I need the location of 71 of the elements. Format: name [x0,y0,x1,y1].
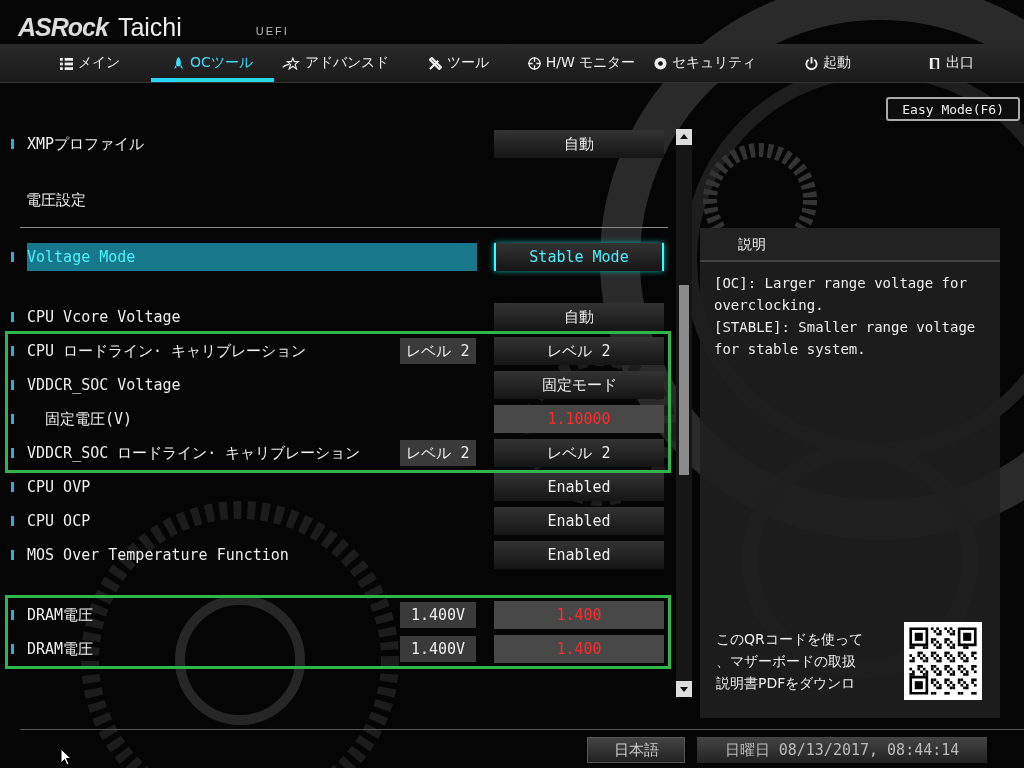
option-button[interactable]: レベル 2 [494,439,664,467]
setting-label[interactable]: CPU OVP [27,473,91,501]
setting-label[interactable]: XMPプロファイル [27,130,145,158]
item-marker-icon [11,482,14,492]
scrollbar[interactable] [676,129,692,697]
current-value: 1.400V [400,636,476,662]
nav-tab[interactable]: ツール [397,44,520,82]
item-marker-icon [11,414,14,424]
setting-label[interactable]: 固定電圧(V) [27,405,133,433]
power-icon [804,56,818,70]
setting-label[interactable]: VDDCR_SOC ロードライン· キャリブレーション [27,439,361,467]
rocket-icon [172,56,186,70]
nav-tab[interactable]: OCツール [151,44,274,82]
nav-tab[interactable]: H/W モニター [520,44,643,82]
brand-logo: ASRock [18,12,108,43]
date-time: 日曜日 08/13/2017, 08:44:14 [697,737,987,763]
setting-label[interactable]: DRAM電圧 [27,601,94,629]
option-button[interactable]: 固定モード [494,371,664,399]
scroll-down-icon[interactable] [676,681,692,697]
firmware-label: UEFI [255,24,289,39]
option-button[interactable]: Enabled [494,541,664,569]
badge-icon [653,56,667,70]
easy-mode-button[interactable]: Easy Mode(F6) [886,97,1020,121]
option-button[interactable]: レベル 2 [494,337,664,365]
scroll-thumb[interactable] [679,285,689,475]
option-button[interactable]: 自動 [494,130,664,158]
language-button[interactable]: 日本語 [587,737,685,763]
item-marker-icon [11,252,14,262]
option-button[interactable]: Enabled [494,507,664,535]
setting-label[interactable]: VDDCR_SOC Voltage [27,371,181,399]
qr-code-icon [904,622,982,700]
option-button[interactable]: Enabled [494,473,664,501]
crosshair-icon [527,56,541,70]
nav-tab[interactable]: 起動 [766,44,889,82]
current-value: レベル 2 [400,440,476,466]
item-marker-icon [11,516,14,526]
item-marker-icon [11,380,14,390]
model-name: Taichi [117,12,182,43]
setting-label[interactable]: MOS Over Temperature Function [27,541,289,569]
item-marker-icon [11,312,14,322]
item-marker-icon [11,139,14,149]
current-value: 1.400V [400,602,476,628]
current-value: レベル 2 [400,338,476,364]
nav-tab[interactable]: アドバンスド [274,44,397,82]
setting-label[interactable]: CPU OCP [27,507,91,535]
option-button[interactable]: Stable Mode [494,243,664,271]
item-marker-icon [11,448,14,458]
description-text: [OC]: Larger range voltage for overclocking. [714,274,968,315]
nav-tab[interactable]: メイン [28,44,151,82]
item-marker-icon [11,346,14,356]
setting-label[interactable]: DRAM電圧 [27,635,94,663]
qr-caption: 、マザーボードの取扱 [716,652,857,671]
option-button[interactable]: 自動 [494,303,664,331]
nav-tab[interactable]: 出口 [889,44,1012,82]
setting-label[interactable]: CPU ロードライン· キャリブレーション [27,337,307,365]
setting-label[interactable]: CPU Vcore Voltage [27,303,181,331]
list-icon [59,56,73,70]
qr-caption: 説明書PDFをダウンロ [716,674,857,693]
setting-label[interactable]: Voltage Mode [27,243,477,271]
qr-caption: このQRコードを使って [716,630,864,649]
nav-tab[interactable]: セキュリティ [643,44,766,82]
item-marker-icon [11,644,14,654]
item-marker-icon [11,610,14,620]
tools-icon [428,56,442,70]
description-text: [STABLE]: Smaller range voltage for stable system. [714,318,977,359]
scroll-up-icon[interactable] [676,129,692,145]
exit-door-icon [927,56,941,70]
item-marker-icon [11,550,14,560]
star-icon [282,56,300,70]
panel-title: 説明 [700,228,1000,262]
section-heading: 電圧設定 [25,190,87,211]
